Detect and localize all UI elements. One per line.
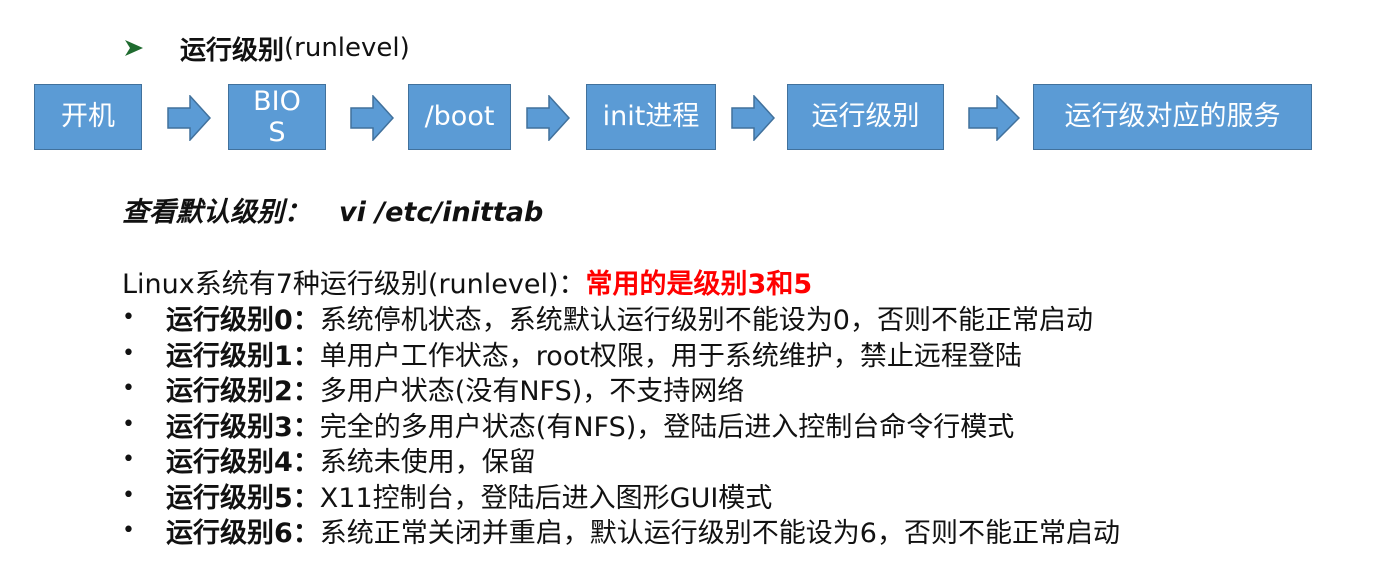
bullet-icon: •	[122, 482, 135, 508]
flow-step-label: 开机	[61, 101, 115, 133]
bullet-icon: •	[122, 447, 135, 473]
runlevel-desc: 系统未使用，保留	[319, 447, 536, 479]
flow-step-label: BIO S	[253, 85, 301, 148]
list-item: • 运行级别6： 系统正常关闭并重启，默认运行级别不能设为6，否则不能正常启动	[118, 513, 1120, 549]
list-item: • 运行级别0： 系统停机状态，系统默认运行级别不能设为0，否则不能正常启动	[118, 300, 1120, 336]
section-heading: 运行级别 (runlevel)	[122, 26, 410, 70]
flow-step-power-on: 开机	[34, 84, 142, 150]
intro-line: Linux系统有7种运行级别(runlevel)：常用的是级别3和5	[122, 262, 812, 301]
list-item: • 运行级别4： 系统未使用，保留	[118, 442, 1120, 478]
runlevel-desc: 系统停机状态，系统默认运行级别不能设为0，否则不能正常启动	[319, 305, 1093, 337]
runlevel-desc: X11控制台，登陆后进入图形GUI模式	[319, 482, 773, 514]
right-arrow-icon	[526, 95, 570, 141]
bullet-icon: •	[122, 340, 135, 366]
flow-step-label: init进程	[602, 101, 700, 133]
view-command: vi /etc/inittab	[339, 197, 544, 228]
list-item: • 运行级别5： X11控制台，登陆后进入图形GUI模式	[118, 478, 1120, 514]
bullet-icon: •	[122, 376, 135, 402]
runlevel-name: 运行级别0：	[166, 305, 320, 337]
runlevel-desc: 多用户状态(没有NFS)，不支持网络	[319, 376, 745, 408]
right-arrow-icon	[968, 95, 1020, 141]
flow-step-label: /boot	[424, 101, 495, 133]
runlevel-name: 运行级别4：	[166, 447, 320, 479]
list-item: • 运行级别3： 完全的多用户状态(有NFS)，登陆后进入控制台命令行模式	[118, 407, 1120, 443]
list-item: • 运行级别1： 单用户工作状态，root权限，用于系统维护，禁止远程登陆	[118, 336, 1120, 372]
runlevel-desc: 单用户工作状态，root权限，用于系统维护，禁止远程登陆	[319, 340, 1022, 372]
heading-subtitle: (runlevel)	[284, 33, 410, 63]
flow-step-label: 运行级对应的服务	[1064, 101, 1281, 133]
right-arrow-icon	[350, 95, 394, 141]
runlevel-name: 运行级别1：	[166, 340, 320, 372]
list-item: • 运行级别2： 多用户状态(没有NFS)，不支持网络	[118, 371, 1120, 407]
flow-step-label: 运行级别	[811, 101, 920, 133]
flow-step-init: init进程	[586, 84, 716, 150]
heading-title: 运行级别	[180, 35, 285, 66]
flow-step-bios: BIO S	[228, 84, 326, 150]
right-arrow-icon	[167, 95, 211, 141]
intro-highlight: 常用的是级别3和5	[585, 269, 813, 300]
runlevel-desc: 完全的多用户状态(有NFS)，登陆后进入控制台命令行模式	[319, 411, 1015, 443]
runlevel-desc: 系统正常关闭并重启，默认运行级别不能设为6，否则不能正常启动	[319, 518, 1120, 550]
runlevel-name: 运行级别5：	[166, 482, 320, 514]
bullet-icon: •	[122, 411, 135, 437]
view-default-level: 查看默认级别： vi /etc/inittab	[122, 190, 543, 229]
flow-step-runlevel: 运行级别	[787, 84, 944, 150]
flow-step-services: 运行级对应的服务	[1033, 84, 1312, 150]
right-arrow-icon	[731, 95, 775, 141]
bullet-icon: •	[122, 518, 135, 544]
intro-text: Linux系统有7种运行级别(runlevel)：	[122, 269, 586, 300]
view-label: 查看默认级别：	[122, 197, 311, 228]
flow-step-boot: /boot	[408, 84, 511, 150]
arrow-icon	[125, 40, 143, 56]
runlevel-name: 运行级别3：	[166, 411, 320, 443]
bullet-icon: •	[122, 305, 135, 331]
runlevel-name: 运行级别6：	[166, 518, 320, 550]
runlevel-name: 运行级别2：	[166, 376, 320, 408]
runlevel-list: • 运行级别0： 系统停机状态，系统默认运行级别不能设为0，否则不能正常启动 •…	[118, 300, 1120, 549]
